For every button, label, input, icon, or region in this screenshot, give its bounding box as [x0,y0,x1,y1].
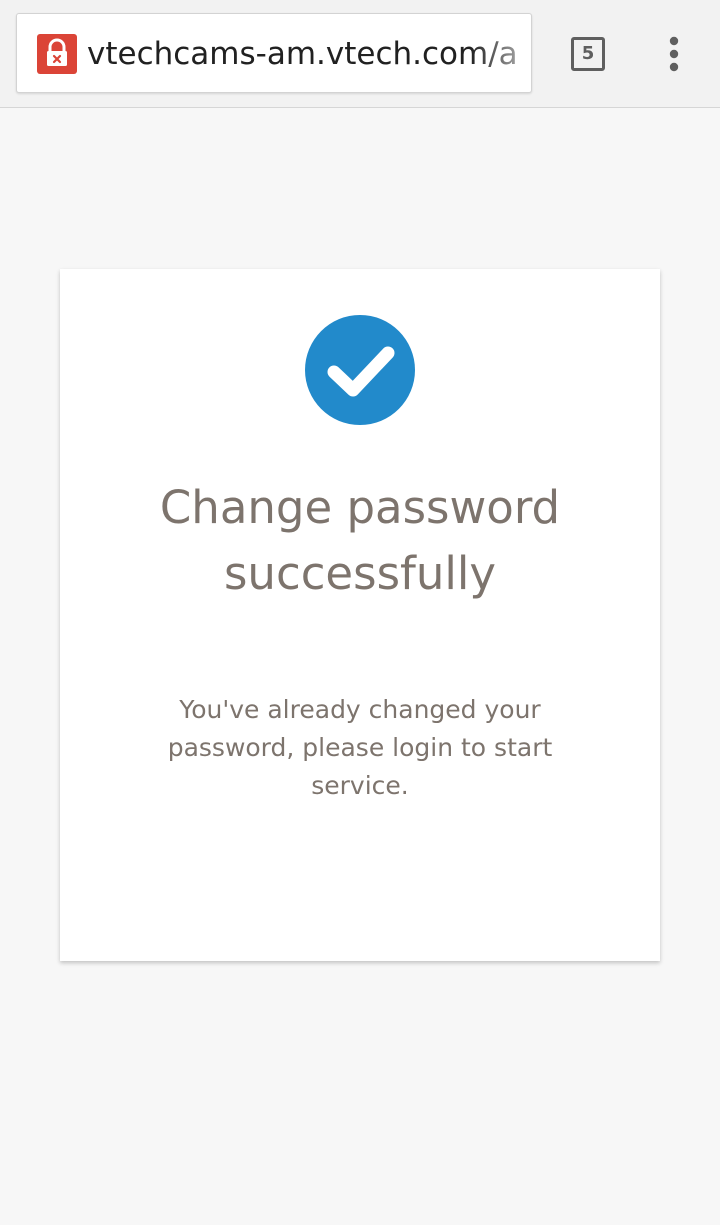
checkmark-circle-icon [305,315,415,425]
tab-switcher-button[interactable]: 5 [562,28,614,80]
tab-count: 5 [571,37,605,71]
browser-toolbar: vtechcams-am.vtech.com/a 5 [0,0,720,108]
success-card: Change password successfully You've alre… [60,269,660,961]
broken-lock-icon[interactable] [37,34,77,74]
overflow-menu-icon[interactable] [648,26,700,82]
success-message: You've already changed your password, pl… [167,695,553,800]
url-text[interactable]: vtechcams-am.vtech.com/a [87,14,531,92]
page-title: Change password successfully [159,481,561,600]
address-bar[interactable]: vtechcams-am.vtech.com/a [16,13,532,93]
